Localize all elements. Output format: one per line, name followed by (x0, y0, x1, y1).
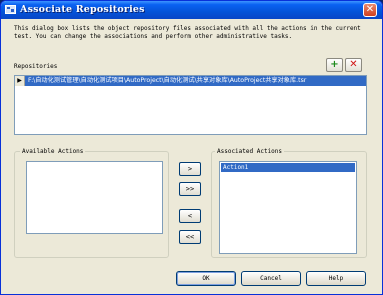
close-button[interactable]: ✕ (363, 3, 377, 17)
cancel-button[interactable]: Cancel (241, 271, 301, 286)
associate-repositories-dialog: Associate Repositories ✕ This dialog box… (0, 0, 383, 295)
plus-icon: + (330, 59, 339, 70)
available-actions-list[interactable] (26, 161, 163, 234)
available-actions-label: Available Actions (20, 147, 86, 156)
repositories-list[interactable]: ▶ F:\自动化测试管理\自动化测试项目\AutoProject\自动化测试\共… (14, 75, 367, 135)
title-bar: Associate Repositories ✕ (1, 1, 382, 19)
help-button[interactable]: Help (306, 271, 366, 286)
add-repository-button[interactable]: + (326, 58, 343, 72)
add-all-actions-button[interactable]: >> (179, 182, 201, 196)
add-action-button[interactable]: > (179, 162, 201, 176)
remove-all-actions-button[interactable]: << (179, 230, 201, 244)
repository-row[interactable]: ▶ F:\自动化测试管理\自动化测试项目\AutoProject\自动化测试\共… (15, 76, 366, 86)
row-arrow-icon: ▶ (15, 76, 25, 86)
remove-action-button[interactable]: < (179, 209, 201, 223)
description-text: This dialog box lists the object reposit… (14, 25, 361, 40)
close-icon: ✕ (365, 4, 375, 15)
associated-actions-label: Associated Actions (215, 147, 285, 156)
associated-actions-list[interactable]: Action1 (219, 161, 357, 254)
repositories-label: Repositories (14, 63, 58, 70)
app-icon (5, 5, 16, 14)
remove-repository-button[interactable]: ✕ (345, 58, 362, 72)
delete-icon: ✕ (349, 59, 358, 70)
repository-path: F:\自动化测试管理\自动化测试项目\AutoProject\自动化测试\共享对… (28, 77, 307, 84)
ok-button[interactable]: OK (176, 271, 236, 286)
list-item[interactable]: Action1 (221, 163, 355, 172)
window-title: Associate Repositories (20, 4, 145, 15)
